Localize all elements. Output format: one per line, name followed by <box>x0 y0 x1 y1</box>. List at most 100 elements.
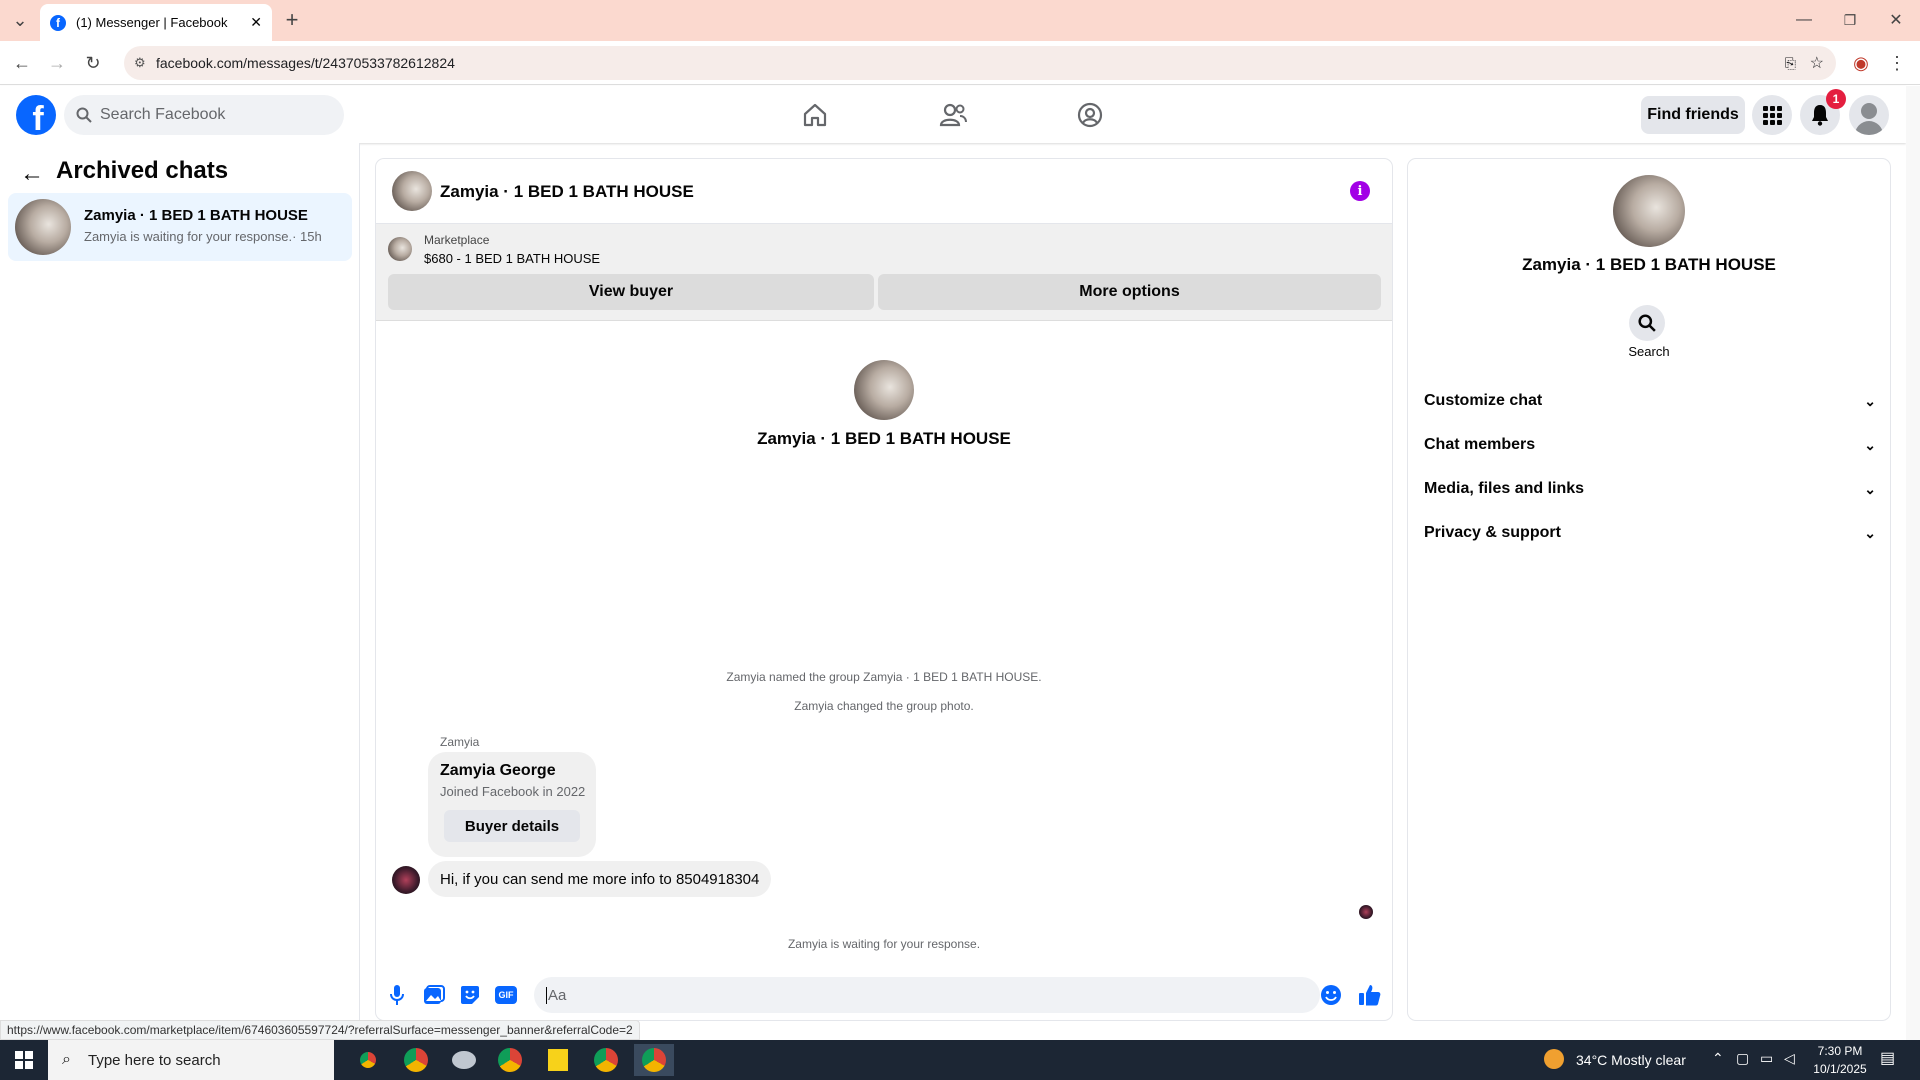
chat-members-section[interactable]: Chat members ⌄ <box>1424 427 1876 463</box>
back-arrow-icon[interactable]: ← <box>20 160 44 188</box>
marketplace-label: Marketplace <box>424 233 490 247</box>
weather-text[interactable]: 34°C Mostly clear <box>1576 1052 1686 1068</box>
taskbar-search-placeholder: Type here to search <box>88 1051 221 1069</box>
view-buyer-button[interactable]: View buyer <box>388 274 874 310</box>
chat-list-item[interactable]: Zamyia · 1 BED 1 BATH HOUSE Zamyia is wa… <box>8 193 352 261</box>
buyer-details-button[interactable]: Buyer details <box>444 810 580 842</box>
message-bubble[interactable]: Hi, if you can send me more info to 8504… <box>428 861 772 897</box>
privacy-support-section[interactable]: Privacy & support ⌄ <box>1424 515 1876 551</box>
intro-avatar <box>854 360 914 420</box>
back-icon[interactable]: ← <box>8 49 36 77</box>
search-placeholder: Search Facebook <box>100 106 226 123</box>
reload-icon[interactable]: ↻ <box>79 49 107 77</box>
message-input[interactable]: Aa <box>534 977 1320 1013</box>
chrome-taskbar-icon-3[interactable] <box>586 1044 626 1076</box>
sticker-icon[interactable] <box>457 982 483 1008</box>
restore-icon[interactable]: ❐ <box>1836 6 1864 34</box>
archived-chats-panel <box>0 143 360 1020</box>
intro-name: Zamyia · 1 BED 1 BATH HOUSE <box>757 429 1011 448</box>
profile-nav-icon[interactable] <box>1073 98 1107 132</box>
more-options-button[interactable]: More options <box>878 274 1381 310</box>
details-search-button[interactable] <box>1629 305 1665 341</box>
screen: ⌄ f (1) Messenger | Facebook ✕ + — ❐ ✕ ←… <box>0 0 1920 1080</box>
search-icon: ⌕ <box>62 1051 71 1068</box>
find-friends-button[interactable]: Find friends <box>1641 96 1745 134</box>
tab-search-icon[interactable]: ⌄ <box>6 6 34 34</box>
tray-expand-icon[interactable]: ⌃ <box>1712 1050 1724 1067</box>
details-search-label: Search <box>1628 344 1670 359</box>
facebook-favicon-icon: f <box>50 14 66 31</box>
emoji-icon[interactable] <box>1318 982 1344 1008</box>
site-info-icon[interactable]: ⚙ <box>134 55 146 71</box>
section-label: Chat members <box>1424 436 1536 453</box>
panel-title: Archived chats <box>56 157 229 184</box>
account-avatar[interactable] <box>1849 95 1889 135</box>
chat-name: Zamyia · 1 BED 1 BATH HOUSE <box>84 207 308 224</box>
system-message: Zamyia named the group Zamyia · 1 BED 1 … <box>726 670 1042 684</box>
browser-tab-strip: ⌄ f (1) Messenger | Facebook ✕ + — ❐ ✕ <box>0 0 1920 41</box>
app-taskbar-icon[interactable] <box>444 1044 484 1076</box>
chevron-down-icon: ⌄ <box>1864 480 1876 497</box>
profile-icon[interactable]: ◉ <box>1847 49 1875 77</box>
facebook-logo-icon[interactable]: f <box>16 95 56 135</box>
bookmark-star-icon[interactable]: ☆ <box>1810 53 1824 73</box>
chrome-profile-taskbar-icon[interactable] <box>396 1044 436 1076</box>
section-label: Privacy & support <box>1424 524 1561 541</box>
link-status-bar: https://www.facebook.com/marketplace/ite… <box>0 1020 640 1040</box>
search-icon <box>1638 314 1656 332</box>
gif-icon[interactable]: GIF <box>493 982 519 1008</box>
home-nav-icon[interactable] <box>798 98 832 132</box>
chat-details-panel <box>1408 159 1890 1020</box>
info-icon[interactable]: i <box>1350 181 1370 201</box>
chrome-taskbar-icon-2[interactable] <box>490 1044 530 1076</box>
page-scrollbar[interactable] <box>1906 86 1920 1040</box>
chrome-active-taskbar-icon[interactable] <box>634 1044 674 1076</box>
conversation-title[interactable]: Zamyia · 1 BED 1 BATH HOUSE <box>440 182 694 202</box>
meet-now-icon[interactable]: ▢ <box>1736 1050 1749 1067</box>
taskbar-search-box[interactable]: ⌕ Type here to search <box>48 1040 334 1080</box>
search-facebook-input[interactable]: Search Facebook <box>64 95 344 135</box>
close-tab-icon[interactable]: ✕ <box>250 14 262 31</box>
chevron-down-icon: ⌄ <box>1864 436 1876 453</box>
search-icon <box>76 107 92 123</box>
conversation-avatar[interactable] <box>392 171 432 211</box>
section-label: Customize chat <box>1424 392 1543 409</box>
microphone-icon[interactable] <box>384 982 410 1008</box>
listing-thumbnail <box>388 237 412 261</box>
tab-title: (1) Messenger | Facebook <box>76 15 228 30</box>
buyer-name: Zamyia George <box>440 762 556 779</box>
sticky-notes-taskbar-icon[interactable] <box>538 1044 578 1076</box>
media-files-links-section[interactable]: Media, files and links ⌄ <box>1424 471 1876 507</box>
new-tab-icon[interactable]: + <box>278 6 306 34</box>
windows-start-icon[interactable] <box>4 1044 44 1076</box>
clock-date[interactable]: 10/1/2025 <box>1806 1062 1874 1076</box>
install-app-icon[interactable]: ⎘ <box>1785 55 1796 72</box>
url-field[interactable]: ⚙ facebook.com/messages/t/24370533782612… <box>124 46 1836 80</box>
listing-title[interactable]: $680 - 1 BED 1 BATH HOUSE <box>424 251 600 266</box>
photo-icon[interactable] <box>421 982 447 1008</box>
section-label: Media, files and links <box>1424 480 1585 497</box>
friends-nav-icon[interactable] <box>936 98 970 132</box>
thumbs-up-icon[interactable] <box>1357 982 1383 1008</box>
browser-tab[interactable]: f (1) Messenger | Facebook ✕ <box>40 4 272 41</box>
browser-menu-icon[interactable]: ⋮ <box>1883 49 1911 77</box>
close-window-icon[interactable]: ✕ <box>1882 6 1910 34</box>
volume-icon[interactable]: ◁ <box>1784 1050 1795 1067</box>
chevron-down-icon: ⌄ <box>1864 524 1876 541</box>
network-icon[interactable]: ▭ <box>1760 1050 1773 1067</box>
menu-grid-icon[interactable] <box>1752 95 1792 135</box>
weather-moon-icon <box>1544 1049 1564 1069</box>
minimize-icon[interactable]: — <box>1790 6 1818 34</box>
composer-placeholder: Aa <box>546 986 567 1004</box>
details-avatar <box>1613 175 1685 247</box>
sender-label: Zamyia <box>440 735 480 749</box>
url-text: facebook.com/messages/t/2437053378261282… <box>156 55 455 71</box>
chrome-taskbar-icon[interactable] <box>348 1044 388 1076</box>
notification-badge: 1 <box>1826 89 1846 109</box>
details-name: Zamyia · 1 BED 1 BATH HOUSE <box>1522 255 1776 274</box>
clock-time[interactable]: 7:30 PM <box>1812 1044 1868 1058</box>
forward-icon[interactable]: → <box>43 49 71 77</box>
customize-chat-section[interactable]: Customize chat ⌄ <box>1424 383 1876 419</box>
notification-center-icon[interactable]: ▤ <box>1880 1048 1895 1068</box>
chat-preview: Zamyia is waiting for your response.· 15… <box>84 229 322 244</box>
